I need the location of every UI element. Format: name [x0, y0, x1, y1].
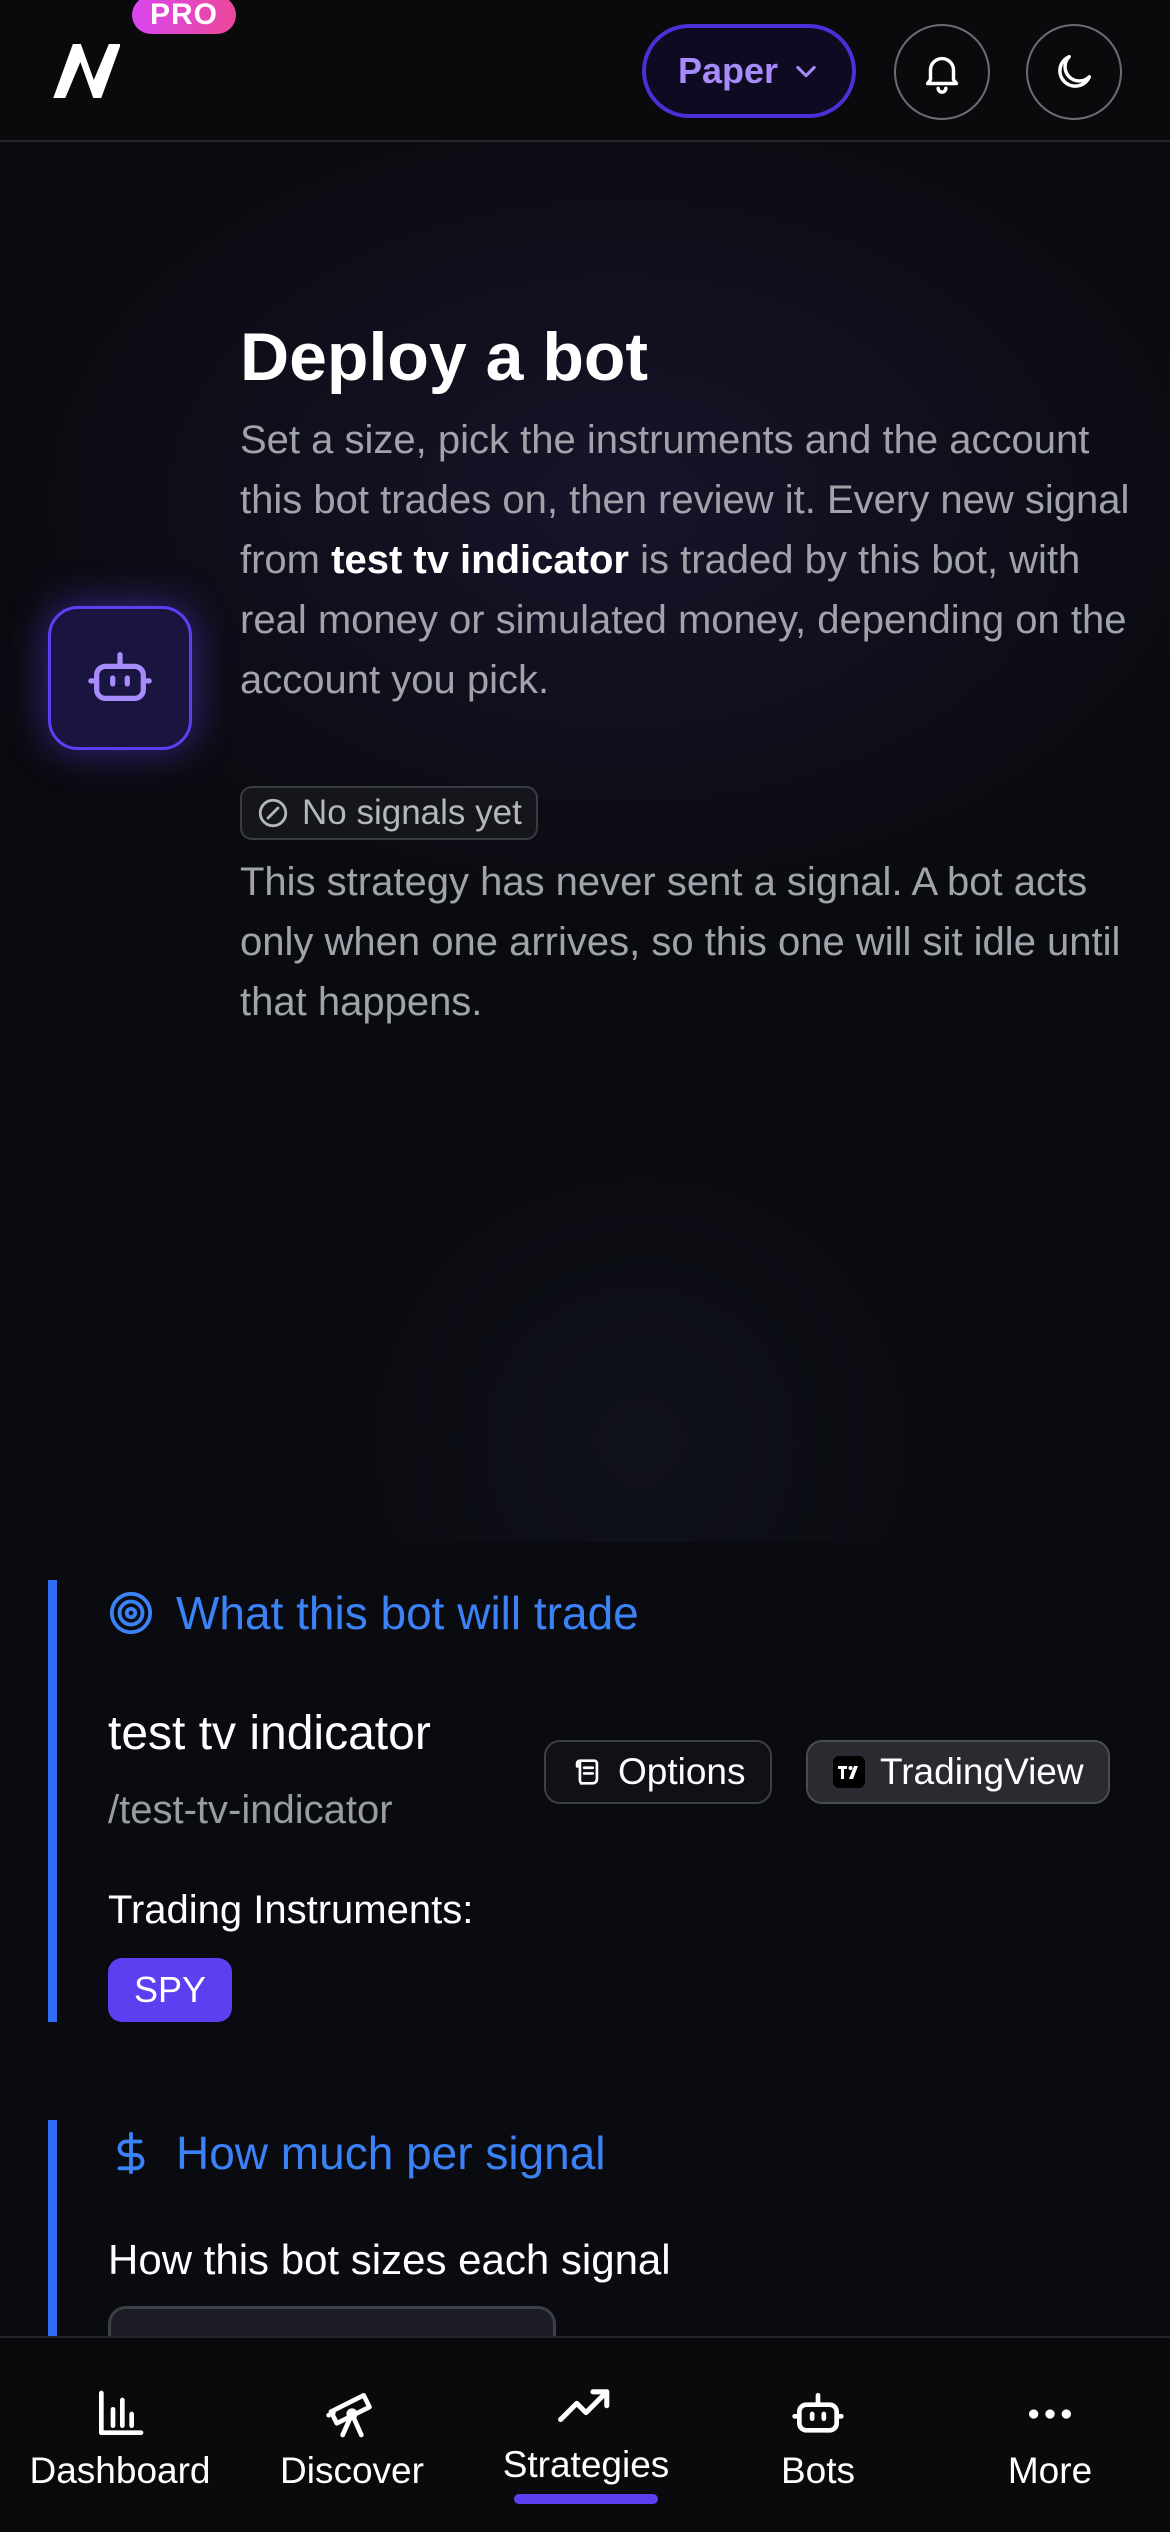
chevron-down-icon — [796, 65, 816, 78]
nav-item-discover[interactable]: Discover — [258, 2338, 446, 2532]
target-icon — [109, 1591, 153, 1635]
app-logo[interactable] — [48, 36, 120, 106]
nav-label-dashboard: Dashboard — [29, 2450, 211, 2491]
nav-item-more[interactable]: More — [964, 2338, 1136, 2532]
nav-item-bots[interactable]: Bots — [730, 2338, 906, 2532]
page-description: Set a size, pick the instruments and the… — [240, 410, 1140, 710]
bar-chart-icon — [99, 2390, 144, 2435]
trade-section-title: What this bot will trade — [176, 1587, 639, 1639]
trending-up-icon — [558, 2389, 610, 2423]
account-mode-label: Paper — [677, 50, 779, 91]
bot-icon — [792, 2393, 844, 2433]
nav-label-strategies: Strategies — [502, 2444, 670, 2485]
pro-badge: PRO — [132, 0, 236, 34]
strategy-name: test tv indicator — [108, 1707, 431, 1760]
more-dots-icon — [1029, 2409, 1071, 2419]
nav-label-discover: Discover — [280, 2450, 424, 2491]
bell-icon — [925, 56, 959, 94]
nav-item-dashboard[interactable]: Dashboard — [24, 2338, 216, 2532]
nav-label-bots: Bots — [780, 2450, 856, 2491]
sizing-section-title: How much per signal — [176, 2127, 606, 2179]
sizing-label: How this bot sizes each signal — [108, 2236, 671, 2283]
scroll-icon — [575, 1759, 599, 1785]
options-chip[interactable]: Options — [544, 1740, 772, 1804]
notifications-button[interactable] — [894, 24, 990, 120]
moon-icon — [1058, 54, 1092, 88]
tradingview-icon — [833, 1756, 865, 1788]
bot-avatar-tile — [48, 606, 192, 750]
description-strategy-name: test tv indicator — [331, 538, 629, 582]
signal-status-badge: No signals yet — [240, 786, 538, 840]
theme-toggle-button[interactable] — [1026, 24, 1122, 120]
options-chip-label: Options — [618, 1751, 746, 1792]
instruments-label: Trading Instruments: — [108, 1888, 474, 1932]
page-title: Deploy a bot — [240, 319, 649, 395]
tradingview-chip-label: TradingView — [880, 1751, 1084, 1792]
signal-note: This strategy has never sent a signal. A… — [240, 860, 1121, 1024]
sizing-section-header: How much per signal — [108, 2126, 606, 2180]
sizing-section-accent-bar — [48, 2120, 57, 2350]
nav-label-more: More — [1007, 2450, 1093, 2491]
trade-section-accent-bar — [48, 1580, 57, 2022]
bot-icon — [88, 652, 152, 702]
no-entry-icon — [258, 798, 288, 828]
dollar-icon — [117, 2131, 145, 2175]
tradingview-chip[interactable]: TradingView — [806, 1740, 1110, 1804]
account-mode-select[interactable]: Paper — [642, 24, 856, 118]
signal-status-text: No signals yet — [302, 793, 522, 832]
top-header: PRO Paper — [0, 0, 1170, 142]
trade-section-header: What this bot will trade — [108, 1586, 639, 1640]
active-tab-indicator — [514, 2494, 658, 2504]
telescope-icon — [326, 2393, 372, 2438]
strategy-slug: /test-tv-indicator — [108, 1788, 393, 1832]
instrument-badge[interactable]: SPY — [108, 1958, 232, 2022]
